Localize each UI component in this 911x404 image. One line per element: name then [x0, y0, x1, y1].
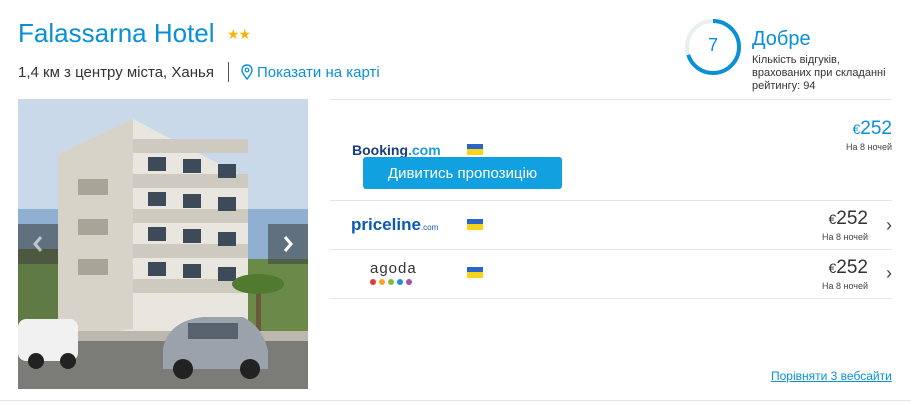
hotel-photo-image: [18, 99, 308, 389]
agoda-nights: На 8 ночей: [821, 281, 868, 291]
show-on-map-link[interactable]: Показати на карті: [241, 64, 380, 81]
agoda-logo-dots: [370, 279, 412, 285]
offer-agoda[interactable]: agoda €252 На 8 ночей ›: [330, 250, 892, 298]
hotel-photo[interactable]: [18, 99, 308, 389]
star-rating: ★★: [227, 26, 251, 42]
rating-word: Добре: [752, 28, 811, 50]
compare-sites-link[interactable]: Порівняти 3 вебсайти: [771, 369, 892, 383]
booking-price: €252: [853, 118, 893, 140]
location-line: 1,4 км з центру міста, Ханья Показати на…: [18, 62, 380, 82]
agoda-price-value: 252: [836, 257, 868, 278]
booking-price-value: 252: [860, 118, 892, 139]
rating-review-count: Кількість відгуків, врахованих при склад…: [752, 54, 886, 92]
priceline-logo-suffix: .com: [420, 223, 439, 232]
priceline-logo: priceline.com: [351, 215, 438, 235]
priceline-price-value: 252: [836, 208, 868, 229]
offers-divider-3: [330, 298, 892, 299]
rating-score: 7: [707, 35, 718, 55]
card-bottom-border: [0, 400, 911, 401]
chevron-left-icon: [33, 236, 43, 252]
offer-priceline[interactable]: priceline.com €252 На 8 ночей ›: [330, 201, 892, 249]
agoda-logo: agoda: [370, 260, 417, 277]
photo-next-button[interactable]: [268, 224, 308, 264]
show-on-map-label: Показати на карті: [256, 63, 380, 81]
ukraine-flag-icon: [467, 267, 483, 278]
priceline-nights: На 8 ночей: [821, 232, 868, 242]
ukraine-flag-icon: [467, 144, 483, 155]
ukraine-flag-icon: [467, 219, 483, 230]
booking-logo[interactable]: Booking.com: [352, 142, 441, 158]
booking-logo-main: Booking: [352, 142, 408, 158]
chevron-right-icon: [283, 236, 293, 252]
separator: [227, 62, 229, 82]
chevron-right-icon: ›: [886, 215, 892, 235]
view-offer-button[interactable]: Дивитись пропозицію: [363, 157, 562, 189]
chevron-right-icon: ›: [886, 263, 892, 283]
map-pin-icon: [241, 64, 253, 80]
priceline-logo-main: priceline: [351, 215, 421, 234]
hotel-name[interactable]: Falassarna Hotel: [18, 18, 215, 49]
priceline-price: €252: [829, 208, 869, 230]
booking-logo-suffix: .com: [408, 142, 441, 158]
photo-prev-button[interactable]: [18, 224, 58, 264]
distance-text: 1,4 км з центру міста, Ханья: [18, 63, 214, 81]
agoda-price: €252: [829, 257, 869, 279]
booking-nights: На 8 ночей: [845, 142, 892, 152]
